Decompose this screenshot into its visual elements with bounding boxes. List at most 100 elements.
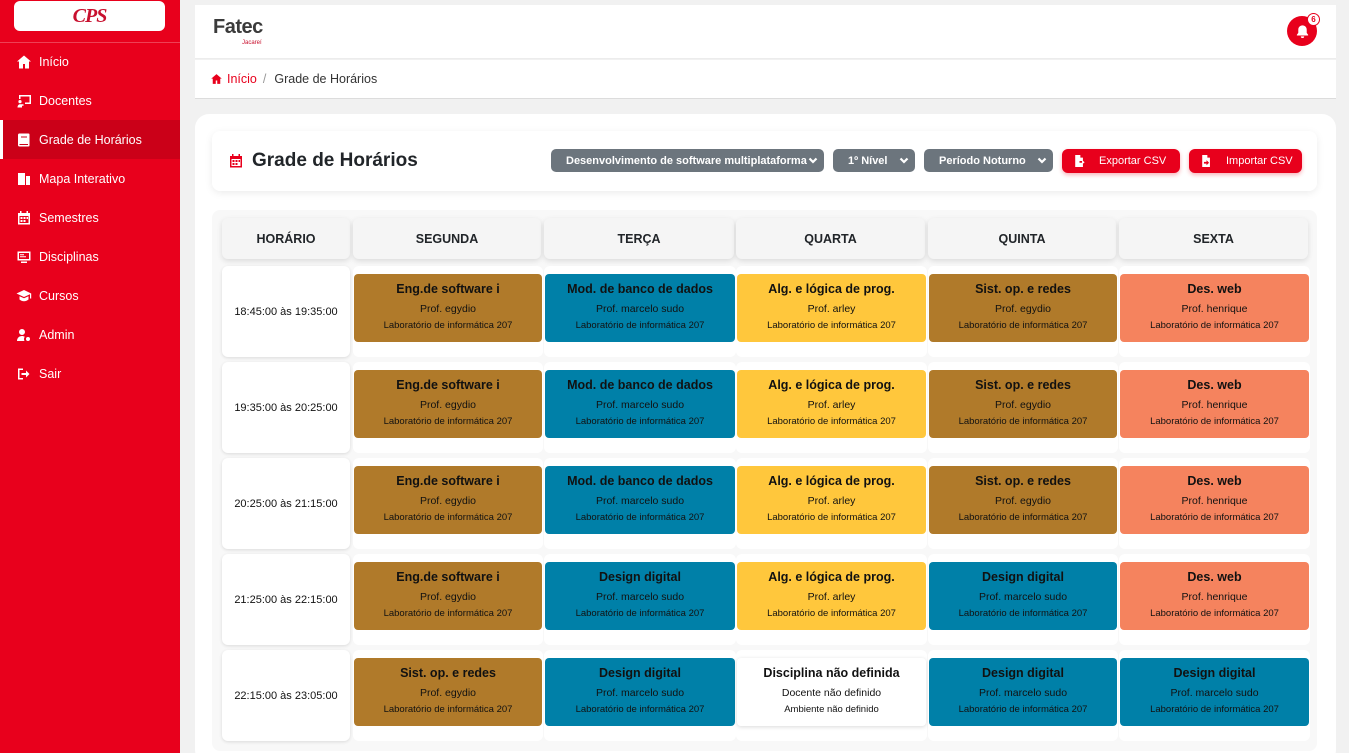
export-csv-label: Exportar CSV — [1099, 155, 1167, 167]
slot-subject: Design digital — [982, 666, 1064, 680]
slot-subject: Design digital — [599, 570, 681, 584]
class-slot[interactable]: Eng.de software i Prof. egydio Laboratório… — [354, 562, 542, 630]
slot-professor: Prof. egydio — [419, 399, 477, 411]
sidebar-item-inicio[interactable]: Início — [0, 42, 180, 81]
slot-room: Laboratório de informática 207 — [958, 512, 1088, 523]
class-slot[interactable]: Eng.de software i Prof. egydio Laboratório… — [354, 370, 542, 438]
schedule-cell: Alg. e lógica de prog. Prof. arley Laborat… — [736, 554, 927, 645]
slot-professor: Prof. henrique — [1181, 303, 1248, 315]
sidebar-item-sair[interactable]: Sair — [0, 354, 180, 393]
slot-room: Laboratório de informática 207 — [1150, 416, 1279, 427]
import-csv-button[interactable]: Importar CSV — [1189, 149, 1302, 173]
slot-professor: Prof. marcelo sudo — [595, 687, 685, 699]
schedule-cell: Alg. e lógica de prog. Prof. arley Laborat… — [736, 458, 927, 549]
class-slot[interactable]: Design digital Prof. marcelo sudo Laborató… — [1120, 658, 1309, 726]
class-slot[interactable]: Disciplina não definida Docente não defin… — [737, 658, 926, 726]
schedule-cell: Eng.de software i Prof. egydio Laboratório… — [353, 554, 543, 645]
sidebar-item-label: Grade de Horários — [39, 132, 142, 147]
sidebar-item-mapa-interativo[interactable]: Mapa Interativo — [0, 159, 180, 198]
class-slot[interactable]: Alg. e lógica de prog. Prof. arley Laborat… — [737, 466, 926, 534]
schedule-cell: Design digital Prof. marcelo sudo Laborató… — [544, 650, 736, 741]
class-slot[interactable]: Mod. de banco de dados Prof. marcelo sudo… — [545, 274, 735, 342]
class-slot[interactable]: Eng.de software i Prof. egydio Laboratório… — [354, 274, 542, 342]
slot-subject: Sist. op. e redes — [975, 282, 1071, 296]
class-slot[interactable]: Sist. op. e redes Prof. egydio Laboratório… — [929, 370, 1117, 438]
slot-subject: Design digital — [982, 570, 1064, 584]
sidebar-item-label: Mapa Interativo — [39, 171, 126, 186]
slot-professor: Prof. egydio — [419, 591, 477, 603]
slot-professor: Prof. marcelo sudo — [595, 591, 685, 603]
sign-out-icon — [15, 366, 33, 382]
slot-room: Laboratório de informática 207 — [383, 416, 513, 427]
class-slot[interactable]: Eng.de software i Prof. egydio Laboratório… — [354, 466, 542, 534]
class-slot[interactable]: Design digital Prof. marcelo sudo Laborató… — [929, 562, 1117, 630]
course-select[interactable]: Desenvolvimento de software multiplatafo… — [551, 149, 824, 172]
class-slot[interactable]: Design digital Prof. marcelo sudo Laborató… — [929, 658, 1117, 726]
slot-room: Laboratório de informática 207 — [767, 512, 896, 523]
breadcrumb-separator: / — [262, 72, 267, 86]
class-slot[interactable]: Sist. op. e redes Prof. egydio Laboratório… — [929, 466, 1117, 534]
sidebar-item-grade-de-horarios[interactable]: Grade de Horários — [0, 120, 180, 159]
slot-room: Laboratório de informática 207 — [1150, 320, 1279, 331]
sidebar-item-cursos[interactable]: Cursos — [0, 276, 180, 315]
class-slot[interactable]: Mod. de banco de dados Prof. marcelo sudo… — [545, 370, 735, 438]
slot-subject: Disciplina não definida — [763, 666, 900, 680]
class-slot[interactable]: Design digital Prof. marcelo sudo Laborató… — [545, 658, 735, 726]
class-slot[interactable]: Sist. op. e redes Prof. egydio Laboratório… — [929, 274, 1117, 342]
level-select-value: 1º Nível — [848, 154, 888, 167]
sidebar-item-label: Sair — [39, 366, 62, 381]
schedule-cell: Sist. op. e redes Prof. egydio Laboratório… — [928, 362, 1118, 453]
page-title: Grade de Horários — [228, 150, 418, 172]
slot-room: Laboratório de informática 207 — [958, 608, 1088, 619]
slot-room: Laboratório de informática 207 — [958, 704, 1088, 715]
slot-subject: Design digital — [599, 666, 681, 680]
course-select-value: Desenvolvimento de software multiplatafo… — [566, 154, 807, 167]
time-cell: 19:35:00 às 20:25:00 — [222, 362, 350, 453]
class-slot[interactable]: Des. web Prof. henrique Laboratório de inf… — [1120, 466, 1309, 534]
column-header-segunda: SEGUNDA — [353, 218, 541, 259]
class-slot[interactable]: Alg. e lógica de prog. Prof. arley Laborat… — [737, 370, 926, 438]
column-header-sexta: SEXTA — [1119, 218, 1308, 259]
slot-subject: Design digital — [1173, 666, 1256, 680]
time-cell: 20:25:00 às 21:15:00 — [222, 458, 350, 549]
level-select[interactable]: 1º Nível — [833, 149, 915, 172]
class-slot[interactable]: Sist. op. e redes Prof. egydio Laboratório… — [354, 658, 542, 726]
file-import-icon — [1202, 155, 1210, 167]
export-csv-button[interactable]: Exportar CSV — [1062, 149, 1180, 173]
sidebar-item-disciplinas[interactable]: Disciplinas — [0, 237, 180, 276]
calendar-icon — [230, 154, 242, 168]
class-slot[interactable]: Alg. e lógica de prog. Prof. arley Laborat… — [737, 274, 926, 342]
cps-logo[interactable]: CPS — [14, 1, 165, 31]
slot-room: Laboratório de informática 207 — [1150, 512, 1279, 523]
period-select[interactable]: Período Noturno — [924, 149, 1053, 172]
class-slot[interactable]: Alg. e lógica de prog. Prof. arley Laborat… — [737, 562, 926, 630]
slot-subject: Des. web — [1187, 282, 1242, 296]
sidebar-item-docentes[interactable]: Docentes — [0, 81, 180, 120]
schedule-cell: Mod. de banco de dados Prof. marcelo sudo… — [544, 362, 736, 453]
class-slot[interactable]: Des. web Prof. henrique Laboratório de inf… — [1120, 562, 1309, 630]
sidebar-item-admin[interactable]: Admin — [0, 315, 180, 354]
schedule-toolbar: Grade de Horários Desenvolvimento de sof… — [212, 131, 1317, 191]
schedule-cell: Sist. op. e redes Prof. egydio Laboratório… — [353, 650, 543, 741]
chevron-down-icon — [1037, 155, 1047, 165]
breadcrumb-home-label: Início — [227, 72, 257, 86]
slot-room: Laboratório de informática 207 — [383, 608, 513, 619]
class-slot[interactable]: Mod. de banco de dados Prof. marcelo sudo… — [545, 466, 735, 534]
slot-professor: Docente não definido — [781, 687, 882, 699]
slot-professor: Prof. marcelo sudo — [978, 687, 1068, 699]
time-cell: 21:25:00 às 22:15:00 — [222, 554, 350, 645]
sidebar-item-semestres[interactable]: Semestres — [0, 198, 180, 237]
top-header: Fatec Jacareí 6 — [195, 5, 1336, 59]
chevron-down-icon — [899, 155, 909, 165]
slot-professor: Prof. arley — [807, 399, 856, 411]
fatec-logo[interactable]: Fatec Jacareí — [213, 16, 263, 46]
schedule-cell: Mod. de banco de dados Prof. marcelo sudo… — [544, 266, 736, 357]
slot-subject: Sist. op. e redes — [975, 378, 1071, 392]
slot-professor: Prof. marcelo sudo — [978, 591, 1068, 603]
class-slot[interactable]: Des. web Prof. henrique Laboratório de inf… — [1120, 370, 1309, 438]
breadcrumb-home-link[interactable]: Início — [210, 72, 257, 86]
class-slot[interactable]: Design digital Prof. marcelo sudo Laborató… — [545, 562, 735, 630]
class-slot[interactable]: Des. web Prof. henrique Laboratório de inf… — [1120, 274, 1309, 342]
slot-subject: Alg. e lógica de prog. — [768, 378, 895, 392]
slot-subject: Mod. de banco de dados — [567, 282, 713, 296]
